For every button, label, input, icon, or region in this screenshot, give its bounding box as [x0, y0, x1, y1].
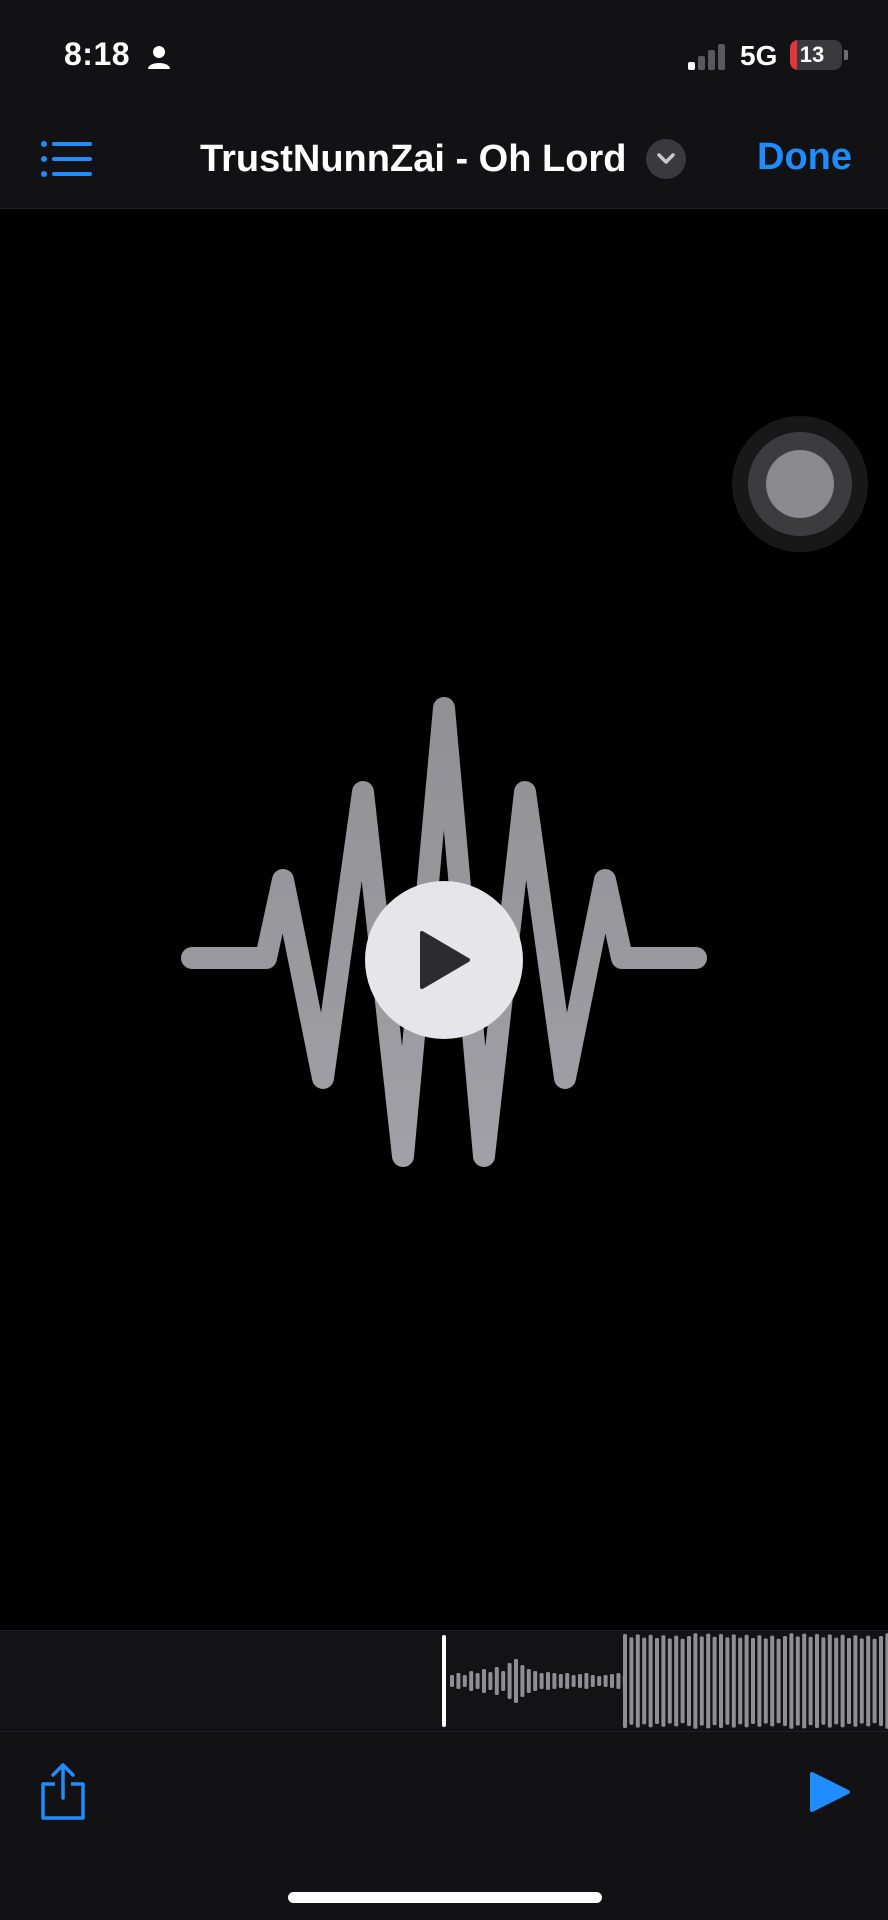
- waveform-bar: [571, 1675, 576, 1687]
- waveform-bar: [789, 1633, 794, 1729]
- waveform-bar: [603, 1675, 608, 1687]
- assistive-touch-core: [766, 450, 834, 518]
- share-icon[interactable]: [38, 1762, 88, 1822]
- waveform-bar: [475, 1673, 480, 1689]
- waveform-bar: [763, 1638, 768, 1724]
- waveform-bar: [751, 1638, 755, 1724]
- waveform-bar: [847, 1638, 851, 1724]
- navigation-bar: TrustNunnZai - Oh Lord Done: [0, 110, 888, 209]
- waveform-bar: [783, 1636, 787, 1726]
- status-bar: 8:18 5G 13: [0, 0, 888, 110]
- waveform-bar: [635, 1634, 640, 1728]
- waveform-bar: [482, 1669, 486, 1693]
- assistive-touch-button[interactable]: [732, 416, 868, 552]
- waveform-bar: [827, 1634, 832, 1728]
- waveform-bar: [853, 1635, 858, 1727]
- play-icon[interactable]: [808, 1770, 852, 1814]
- waveform-bar: [725, 1637, 730, 1725]
- waveform-bar: [770, 1635, 775, 1727]
- battery-cap: [844, 50, 848, 60]
- waveform-bar: [578, 1674, 582, 1688]
- list-icon[interactable]: [36, 134, 96, 184]
- title-menu-button[interactable]: TrustNunnZai - Oh Lord: [200, 134, 690, 184]
- waveform-bar: [546, 1672, 550, 1690]
- waveform-bar: [872, 1638, 877, 1724]
- waveform-bar: [680, 1638, 685, 1724]
- person-icon: [148, 46, 170, 69]
- waveform-bar: [699, 1636, 704, 1726]
- waveform-bar: [866, 1635, 871, 1727]
- waveform-bar: [815, 1634, 819, 1728]
- bottom-toolbar: [0, 1732, 888, 1920]
- play-overlay-button[interactable]: [365, 881, 523, 1039]
- waveform-bar: [533, 1671, 538, 1691]
- waveform-bar: [450, 1675, 454, 1687]
- play-icon: [420, 931, 470, 989]
- waveform-bar: [687, 1636, 691, 1726]
- waveform-bar: [744, 1634, 749, 1728]
- waveform-bar: [501, 1671, 506, 1691]
- waveform-bar: [738, 1637, 743, 1725]
- waveform-bar: [488, 1672, 493, 1690]
- waveform-bar: [494, 1667, 499, 1695]
- waveform-bar: [623, 1634, 627, 1728]
- waveform-bar: [642, 1637, 647, 1725]
- waveform-bar: [731, 1634, 736, 1728]
- waveform-bar: [808, 1636, 813, 1726]
- waveform-bar: [469, 1671, 474, 1691]
- waveform-bar: [462, 1675, 467, 1687]
- waveform-bar: [821, 1637, 826, 1725]
- waveform-bar: [507, 1663, 512, 1699]
- waveform-bar: [667, 1638, 672, 1724]
- waveform-bar: [802, 1633, 807, 1729]
- status-time: 8:18: [64, 36, 131, 72]
- waveform-bar: [610, 1674, 614, 1688]
- waveform-bar: [597, 1676, 602, 1686]
- waveform-bar: [776, 1638, 781, 1724]
- waveform-bar: [539, 1673, 544, 1689]
- waveform-bar: [834, 1637, 839, 1725]
- waveform-bar: [526, 1669, 531, 1693]
- chevron-down-icon: [646, 139, 687, 179]
- waveform-bar: [655, 1638, 659, 1724]
- waveform-bar: [795, 1636, 800, 1726]
- cellular-signal-icon: [688, 44, 725, 70]
- waveform-bar: [629, 1637, 634, 1725]
- waveform-bar: [693, 1633, 698, 1729]
- waveform-bar: [552, 1673, 557, 1689]
- waveform-bar: [648, 1634, 653, 1728]
- battery-charging-icon: 13: [790, 40, 842, 70]
- waveform-bar: [584, 1673, 589, 1689]
- assistive-touch-ring: [748, 432, 852, 536]
- document-title: TrustNunnZai - Oh Lord: [200, 137, 627, 180]
- audio-scrubber[interactable]: [0, 1630, 888, 1732]
- waveform-bar: [879, 1636, 883, 1726]
- waveform-bar: [757, 1635, 762, 1727]
- home-indicator[interactable]: [288, 1892, 602, 1903]
- waveform-bar: [712, 1636, 717, 1726]
- done-button[interactable]: Done: [757, 136, 852, 179]
- waveform-bar: [456, 1673, 461, 1689]
- waveform-bar: [520, 1665, 525, 1697]
- waveform-bar: [590, 1675, 595, 1687]
- network-type-label: 5G: [740, 40, 778, 71]
- waveform-bar: [859, 1638, 864, 1724]
- waveform-bar: [661, 1635, 666, 1727]
- playhead[interactable]: [442, 1635, 446, 1727]
- waveform-bar: [514, 1659, 518, 1703]
- waveform-bar: [706, 1633, 711, 1729]
- waveform-bar: [558, 1674, 563, 1688]
- waveform-bar: [674, 1635, 679, 1727]
- waveform-bar: [565, 1673, 570, 1689]
- waveform-bar: [840, 1634, 845, 1728]
- waveform-bar: [616, 1673, 621, 1689]
- battery-level: 13: [799, 42, 825, 67]
- waveform-bar: [719, 1634, 723, 1728]
